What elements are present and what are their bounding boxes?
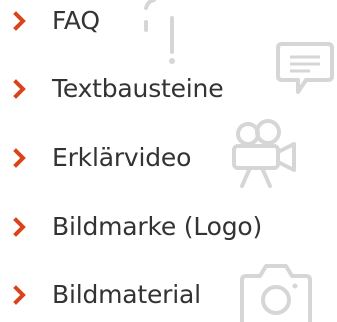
chevron-right-icon: [13, 148, 26, 168]
menu-item-bildmarke-label: Bildmarke (Logo): [52, 212, 263, 241]
chevron-right-icon: [13, 79, 26, 99]
menu-item-faq-label: FAQ: [52, 6, 100, 35]
chevron-right-icon: [13, 217, 26, 237]
chevron-right-icon: [13, 11, 26, 31]
menu-item-bildmaterial-label: Bildmaterial: [52, 280, 201, 309]
menu-item-erklaervideo[interactable]: Erklärvideo: [0, 139, 337, 179]
menu-item-faq[interactable]: FAQ: [0, 2, 337, 42]
chevron-right-icon: [13, 285, 26, 305]
link-menu: FAQ Textbausteine Erklärvideo Bildmarke …: [0, 0, 337, 322]
menu-item-erklaervideo-label: Erklärvideo: [52, 143, 192, 172]
menu-item-bildmaterial[interactable]: Bildmaterial: [0, 276, 337, 316]
menu-item-textbausteine[interactable]: Textbausteine: [0, 70, 337, 110]
menu-item-bildmarke[interactable]: Bildmarke (Logo): [0, 208, 337, 248]
menu-item-textbausteine-label: Textbausteine: [52, 74, 224, 103]
